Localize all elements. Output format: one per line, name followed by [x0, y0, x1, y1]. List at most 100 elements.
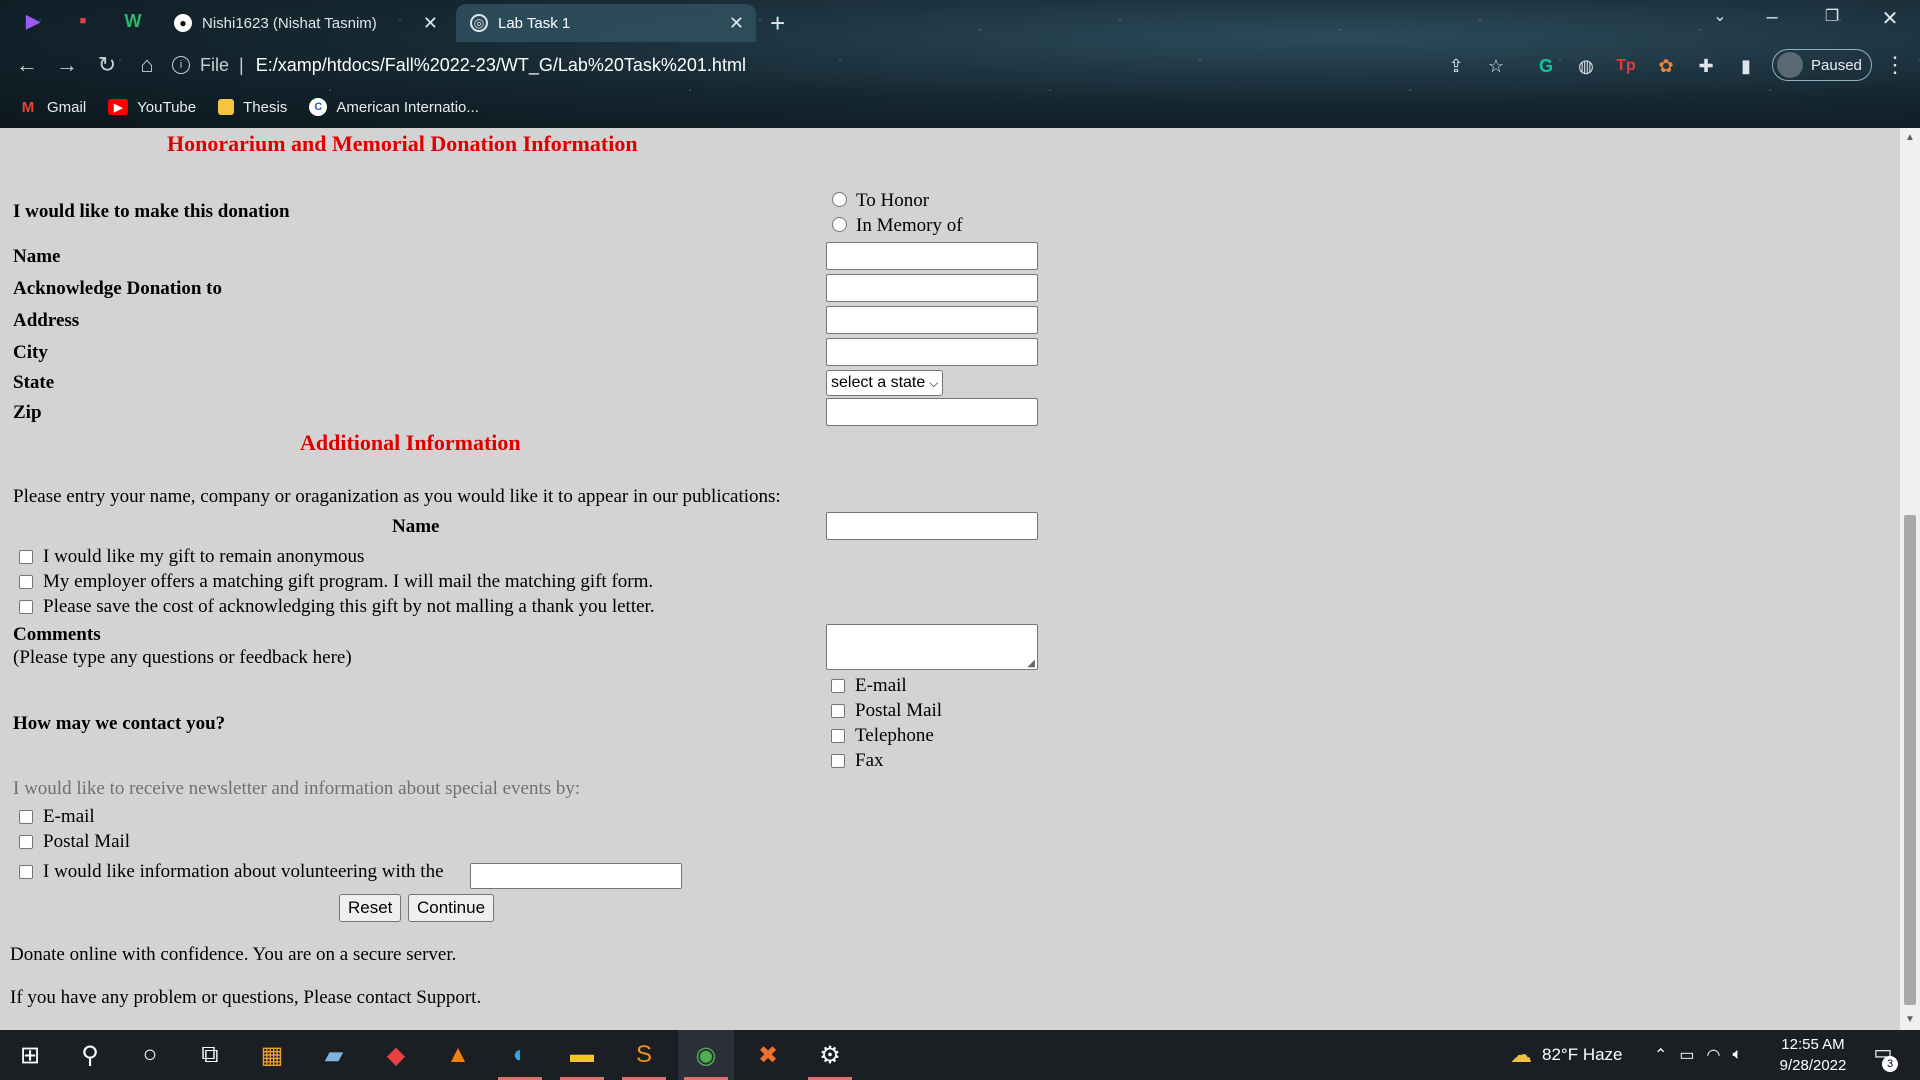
address-bar[interactable]: i File | E:/xamp/htdocs/Fall%2022-23/WT_… [172, 48, 1772, 82]
edge-icon[interactable]: ◐ [492, 1030, 548, 1080]
scroll-up-icon[interactable]: ▲ [1905, 132, 1915, 143]
task-view-icon[interactable]: ⧉ [182, 1030, 238, 1080]
settings-gear-icon[interactable]: ⚙ [802, 1030, 858, 1080]
newsletter-postal-checkbox[interactable] [19, 835, 33, 849]
wifi-icon[interactable]: ◠ [1707, 1045, 1721, 1065]
share-icon[interactable]: ⇪ [1444, 54, 1468, 78]
pinned-tab-play-icon[interactable]: ▶ [16, 8, 50, 34]
file-explorer-icon[interactable]: ▬ [554, 1030, 610, 1080]
system-tray[interactable]: ⌃ ▭ ◠ 🔈︎ [1654, 1030, 1742, 1080]
tab-strip: ▶ ■ W ● Nishi1623 (Nishat Tasnim) ✕ ◎ La… [0, 0, 1920, 42]
contact-email-checkbox[interactable] [831, 679, 845, 693]
home-icon[interactable]: ⌂ [132, 52, 162, 78]
bookmark-aiub[interactable]: C American Internatio... [309, 98, 479, 116]
address-url[interactable]: E:/xamp/htdocs/Fall%2022-23/WT_G/Lab%20T… [256, 55, 746, 76]
vlc-icon[interactable]: ▲ [430, 1030, 486, 1080]
resize-handle-icon[interactable]: ◢ [1027, 658, 1035, 669]
notification-count: 3 [1882, 1056, 1898, 1072]
newsletter-email-checkbox[interactable] [19, 810, 33, 824]
vertical-scrollbar[interactable]: ▲ ▼ [1900, 128, 1920, 1030]
windows-start-icon[interactable]: ⊞ [2, 1030, 58, 1080]
state-label: State [13, 372, 55, 393]
bookmark-star-icon[interactable]: ☆ [1484, 54, 1508, 78]
forward-icon[interactable]: → [52, 52, 82, 78]
bookmark-thesis[interactable]: Thesis [218, 99, 287, 116]
radio-in-memory[interactable] [832, 217, 847, 232]
pinned-tab-w-icon[interactable]: W [116, 8, 150, 34]
contact-fax-checkbox[interactable] [831, 754, 845, 768]
store-icon[interactable]: ▦ [244, 1030, 300, 1080]
anydesk-icon[interactable]: ◆ [368, 1030, 424, 1080]
close-tab-icon[interactable]: ✕ [729, 13, 744, 34]
checkbox-label: Telephone [855, 725, 934, 746]
publication-name-label: Name [392, 516, 440, 537]
address-separator: | [239, 54, 244, 75]
app-blue-icon[interactable]: ▰ [306, 1030, 362, 1080]
notification-center-icon[interactable]: ▭ 3 [1866, 1040, 1900, 1072]
tab-github[interactable]: ● Nishi1623 (Nishat Tasnim) ✕ [160, 4, 450, 42]
comments-textarea[interactable]: ◢ [826, 624, 1038, 670]
menu-icon[interactable]: ⋮ [1884, 52, 1906, 78]
scroll-down-icon[interactable]: ▼ [1905, 1014, 1915, 1025]
restore-icon[interactable]: ❐ [1812, 6, 1852, 26]
continue-button[interactable]: Continue [408, 894, 495, 922]
extension-tp-icon[interactable]: Tp [1614, 54, 1638, 78]
extensions-puzzle-icon[interactable]: ✚ [1694, 54, 1718, 78]
cookie-icon[interactable]: ✿ [1654, 54, 1678, 78]
close-tab-icon[interactable]: ✕ [423, 13, 438, 34]
close-window-icon[interactable]: ✕ [1870, 6, 1910, 31]
tab-search-icon[interactable]: ⌄ [1700, 6, 1740, 26]
secure-notice: Donate online with confidence. You are o… [10, 944, 457, 965]
info-icon[interactable]: i [172, 56, 190, 74]
page-title: Honorarium and Memorial Donation Informa… [167, 131, 638, 156]
new-tab-icon[interactable]: + [770, 8, 785, 39]
state-select[interactable]: select a state ⌵ [826, 370, 944, 396]
city-label: City [13, 342, 48, 363]
toolbar: ← → ↻ ⌂ i File | E:/xamp/htdocs/Fall%202… [0, 42, 1920, 88]
name-input[interactable] [826, 242, 1038, 270]
acknowledge-input[interactable] [826, 274, 1038, 302]
no-thank-you-checkbox[interactable] [19, 600, 33, 614]
chrome-icon[interactable]: ◉ [678, 1030, 734, 1080]
volume-icon[interactable]: 🔈︎ [1733, 1046, 1743, 1064]
globe-icon: ◎ [470, 14, 488, 32]
checkbox-label: Fax [855, 750, 884, 771]
radio-to-honor[interactable] [832, 192, 847, 207]
reset-button[interactable]: Reset [339, 894, 402, 922]
chevron-up-icon[interactable]: ⌃ [1654, 1045, 1667, 1065]
volunteer-checkbox[interactable] [19, 865, 33, 879]
clock[interactable]: 12:55 AM 9/28/2022 [1768, 1034, 1858, 1076]
address-input[interactable] [826, 306, 1038, 334]
cortana-icon[interactable]: ○ [122, 1030, 178, 1080]
pinned-tab-red-icon[interactable]: ■ [66, 8, 100, 34]
contact-telephone-checkbox[interactable] [831, 729, 845, 743]
city-input[interactable] [826, 338, 1038, 366]
contact-postal-checkbox[interactable] [831, 704, 845, 718]
back-icon[interactable]: ← [12, 52, 42, 78]
anonymous-checkbox[interactable] [19, 550, 33, 564]
youtube-icon: ▶ [108, 99, 129, 115]
support-notice: If you have any problem or questions, Pl… [10, 987, 482, 1008]
publication-name-input[interactable] [826, 512, 1038, 540]
checkbox-label: Postal Mail [43, 831, 131, 852]
translate-globe-icon[interactable]: ◍ [1574, 54, 1598, 78]
name-label: Name [13, 246, 61, 267]
matching-gift-checkbox[interactable] [19, 575, 33, 589]
bookmark-youtube[interactable]: ▶ YouTube [108, 99, 196, 116]
sublime-icon[interactable]: S [616, 1030, 672, 1080]
minimize-icon[interactable]: – [1752, 6, 1792, 29]
bookmark-gmail[interactable]: M Gmail [18, 99, 86, 116]
zip-input[interactable] [826, 398, 1038, 426]
reload-icon[interactable]: ↻ [92, 52, 122, 78]
tab-lab-task[interactable]: ◎ Lab Task 1 ✕ [456, 4, 756, 42]
xampp-icon[interactable]: ✖ [740, 1030, 796, 1080]
weather-widget[interactable]: ☁ 82°F Haze [1510, 1030, 1623, 1080]
tab-title: Nishi1623 (Nishat Tasnim) [202, 14, 377, 32]
search-icon[interactable]: ⚲ [62, 1030, 118, 1080]
profile-button[interactable]: Paused [1772, 49, 1872, 81]
side-panel-icon[interactable]: ▮ [1734, 54, 1758, 78]
grammarly-icon[interactable]: G [1534, 54, 1558, 78]
volunteer-input[interactable] [470, 863, 682, 889]
scrollbar-thumb[interactable] [1904, 515, 1916, 1005]
battery-icon[interactable]: ▭ [1679, 1045, 1694, 1065]
